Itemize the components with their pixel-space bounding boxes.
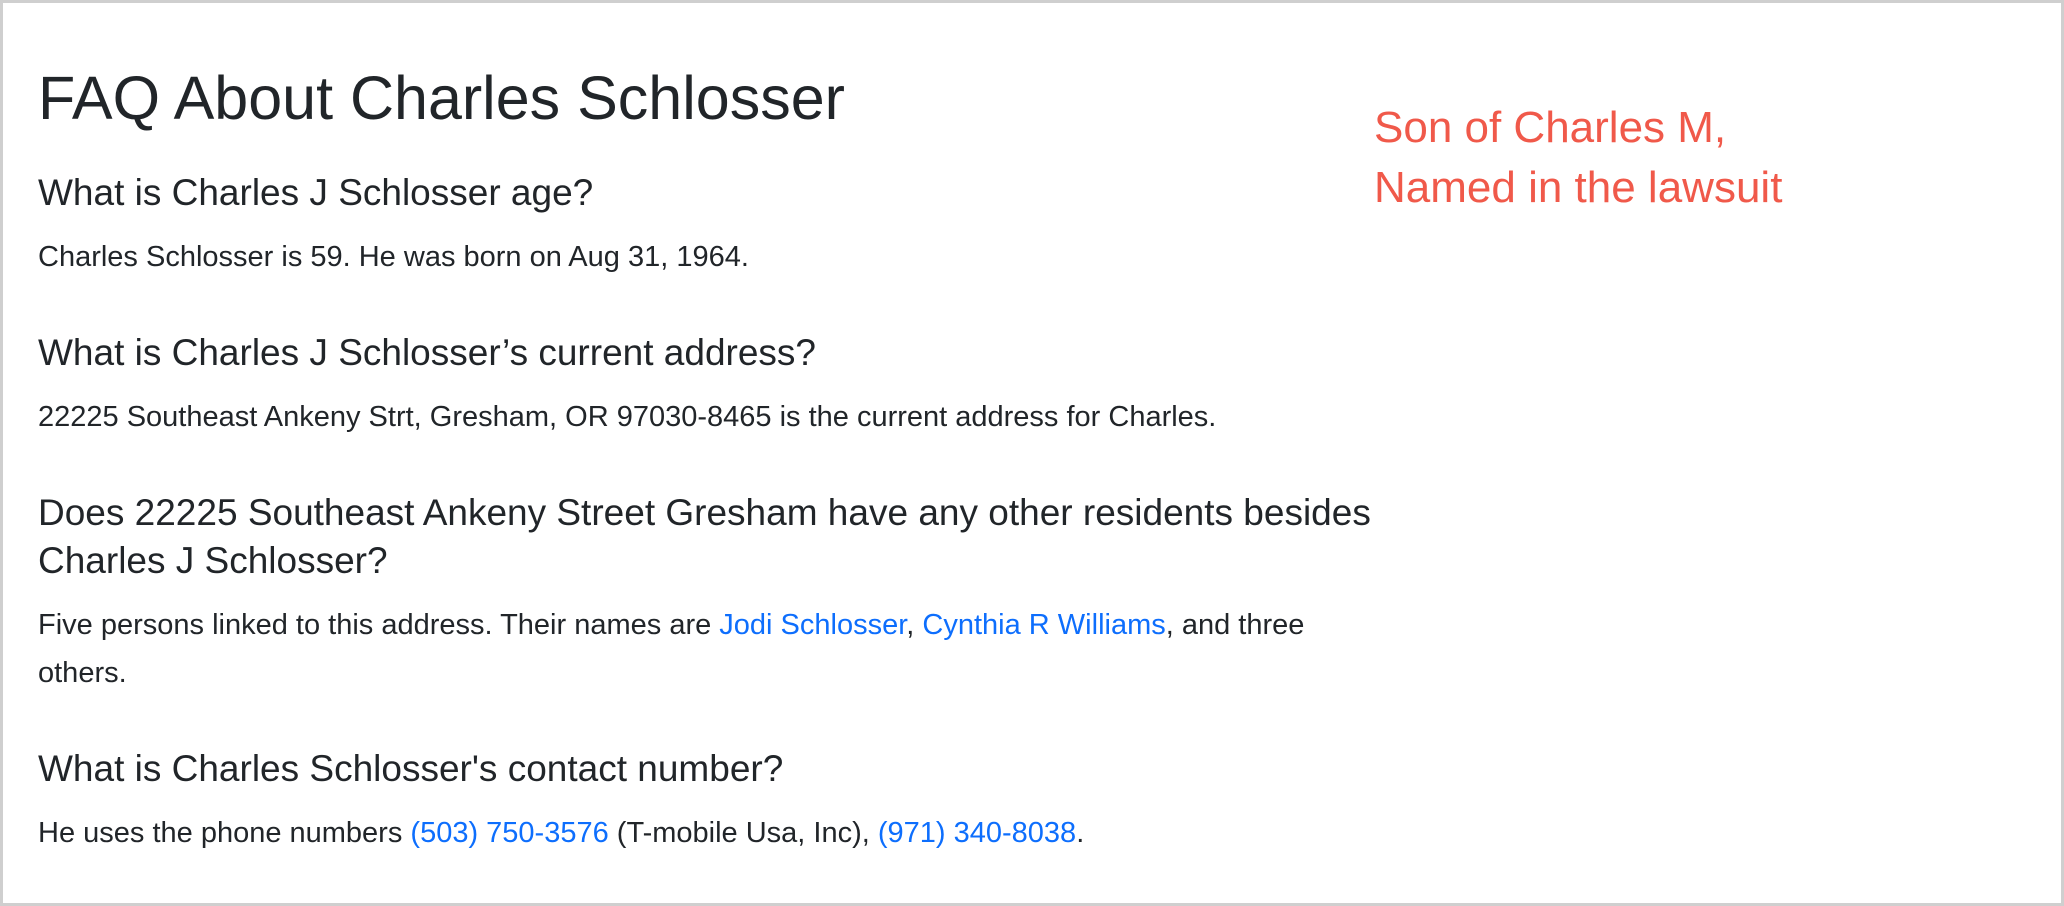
annotation-line2: Named in the lawsuit: [1374, 163, 1783, 212]
faq-question-address: What is Charles J Schlosser’s current ad…: [38, 332, 816, 373]
answer-contact-prefix: He uses the phone numbers: [38, 817, 411, 849]
phone-link-2[interactable]: (971) 340-8038: [878, 817, 1076, 849]
faq-question-contact: What is Charles Schlosser's contact numb…: [38, 748, 784, 789]
answer-residents-prefix: Five persons linked to this address. The…: [38, 609, 720, 641]
faq-question-residents-line1: Does 22225 Southeast Ankeny Street Gresh…: [38, 492, 1371, 533]
faq-answer-contact: He uses the phone numbers (503) 750-3576…: [38, 809, 1084, 857]
faq-answer-residents: Five persons linked to this address. The…: [38, 601, 1304, 697]
answer-contact-end: .: [1076, 817, 1085, 849]
faq-question-age: What is Charles J Schlosser age?: [38, 172, 594, 213]
resident-link-cynthia-williams[interactable]: Cynthia R Williams: [922, 609, 1165, 641]
faq-answer-address: 22225 Southeast Ankeny Strt, Gresham, OR…: [38, 401, 1217, 433]
page-title: FAQ About Charles Schlosser: [38, 64, 845, 132]
faq-question-residents: Does 22225 Southeast Ankeny Street Gresh…: [38, 489, 1371, 585]
faq-question-residents-line2: Charles J Schlosser?: [38, 540, 388, 581]
red-annotation: Son of Charles M, Named in the lawsuit: [1374, 98, 1782, 218]
answer-residents-line2: others.: [38, 657, 127, 689]
answer-residents-separator: ,: [906, 609, 923, 641]
screenshot-frame: FAQ About Charles Schlosser What is Char…: [0, 0, 2064, 906]
answer-contact-carrier: (T-mobile Usa, Inc),: [608, 817, 878, 849]
annotation-line1: Son of Charles M,: [1374, 103, 1727, 152]
faq-answer-age: Charles Schlosser is 59. He was born on …: [38, 241, 749, 273]
answer-residents-suffix: , and three: [1165, 609, 1305, 641]
phone-link-1[interactable]: (503) 750-3576: [410, 817, 608, 849]
resident-link-jodi-schlosser[interactable]: Jodi Schlosser: [719, 609, 906, 641]
